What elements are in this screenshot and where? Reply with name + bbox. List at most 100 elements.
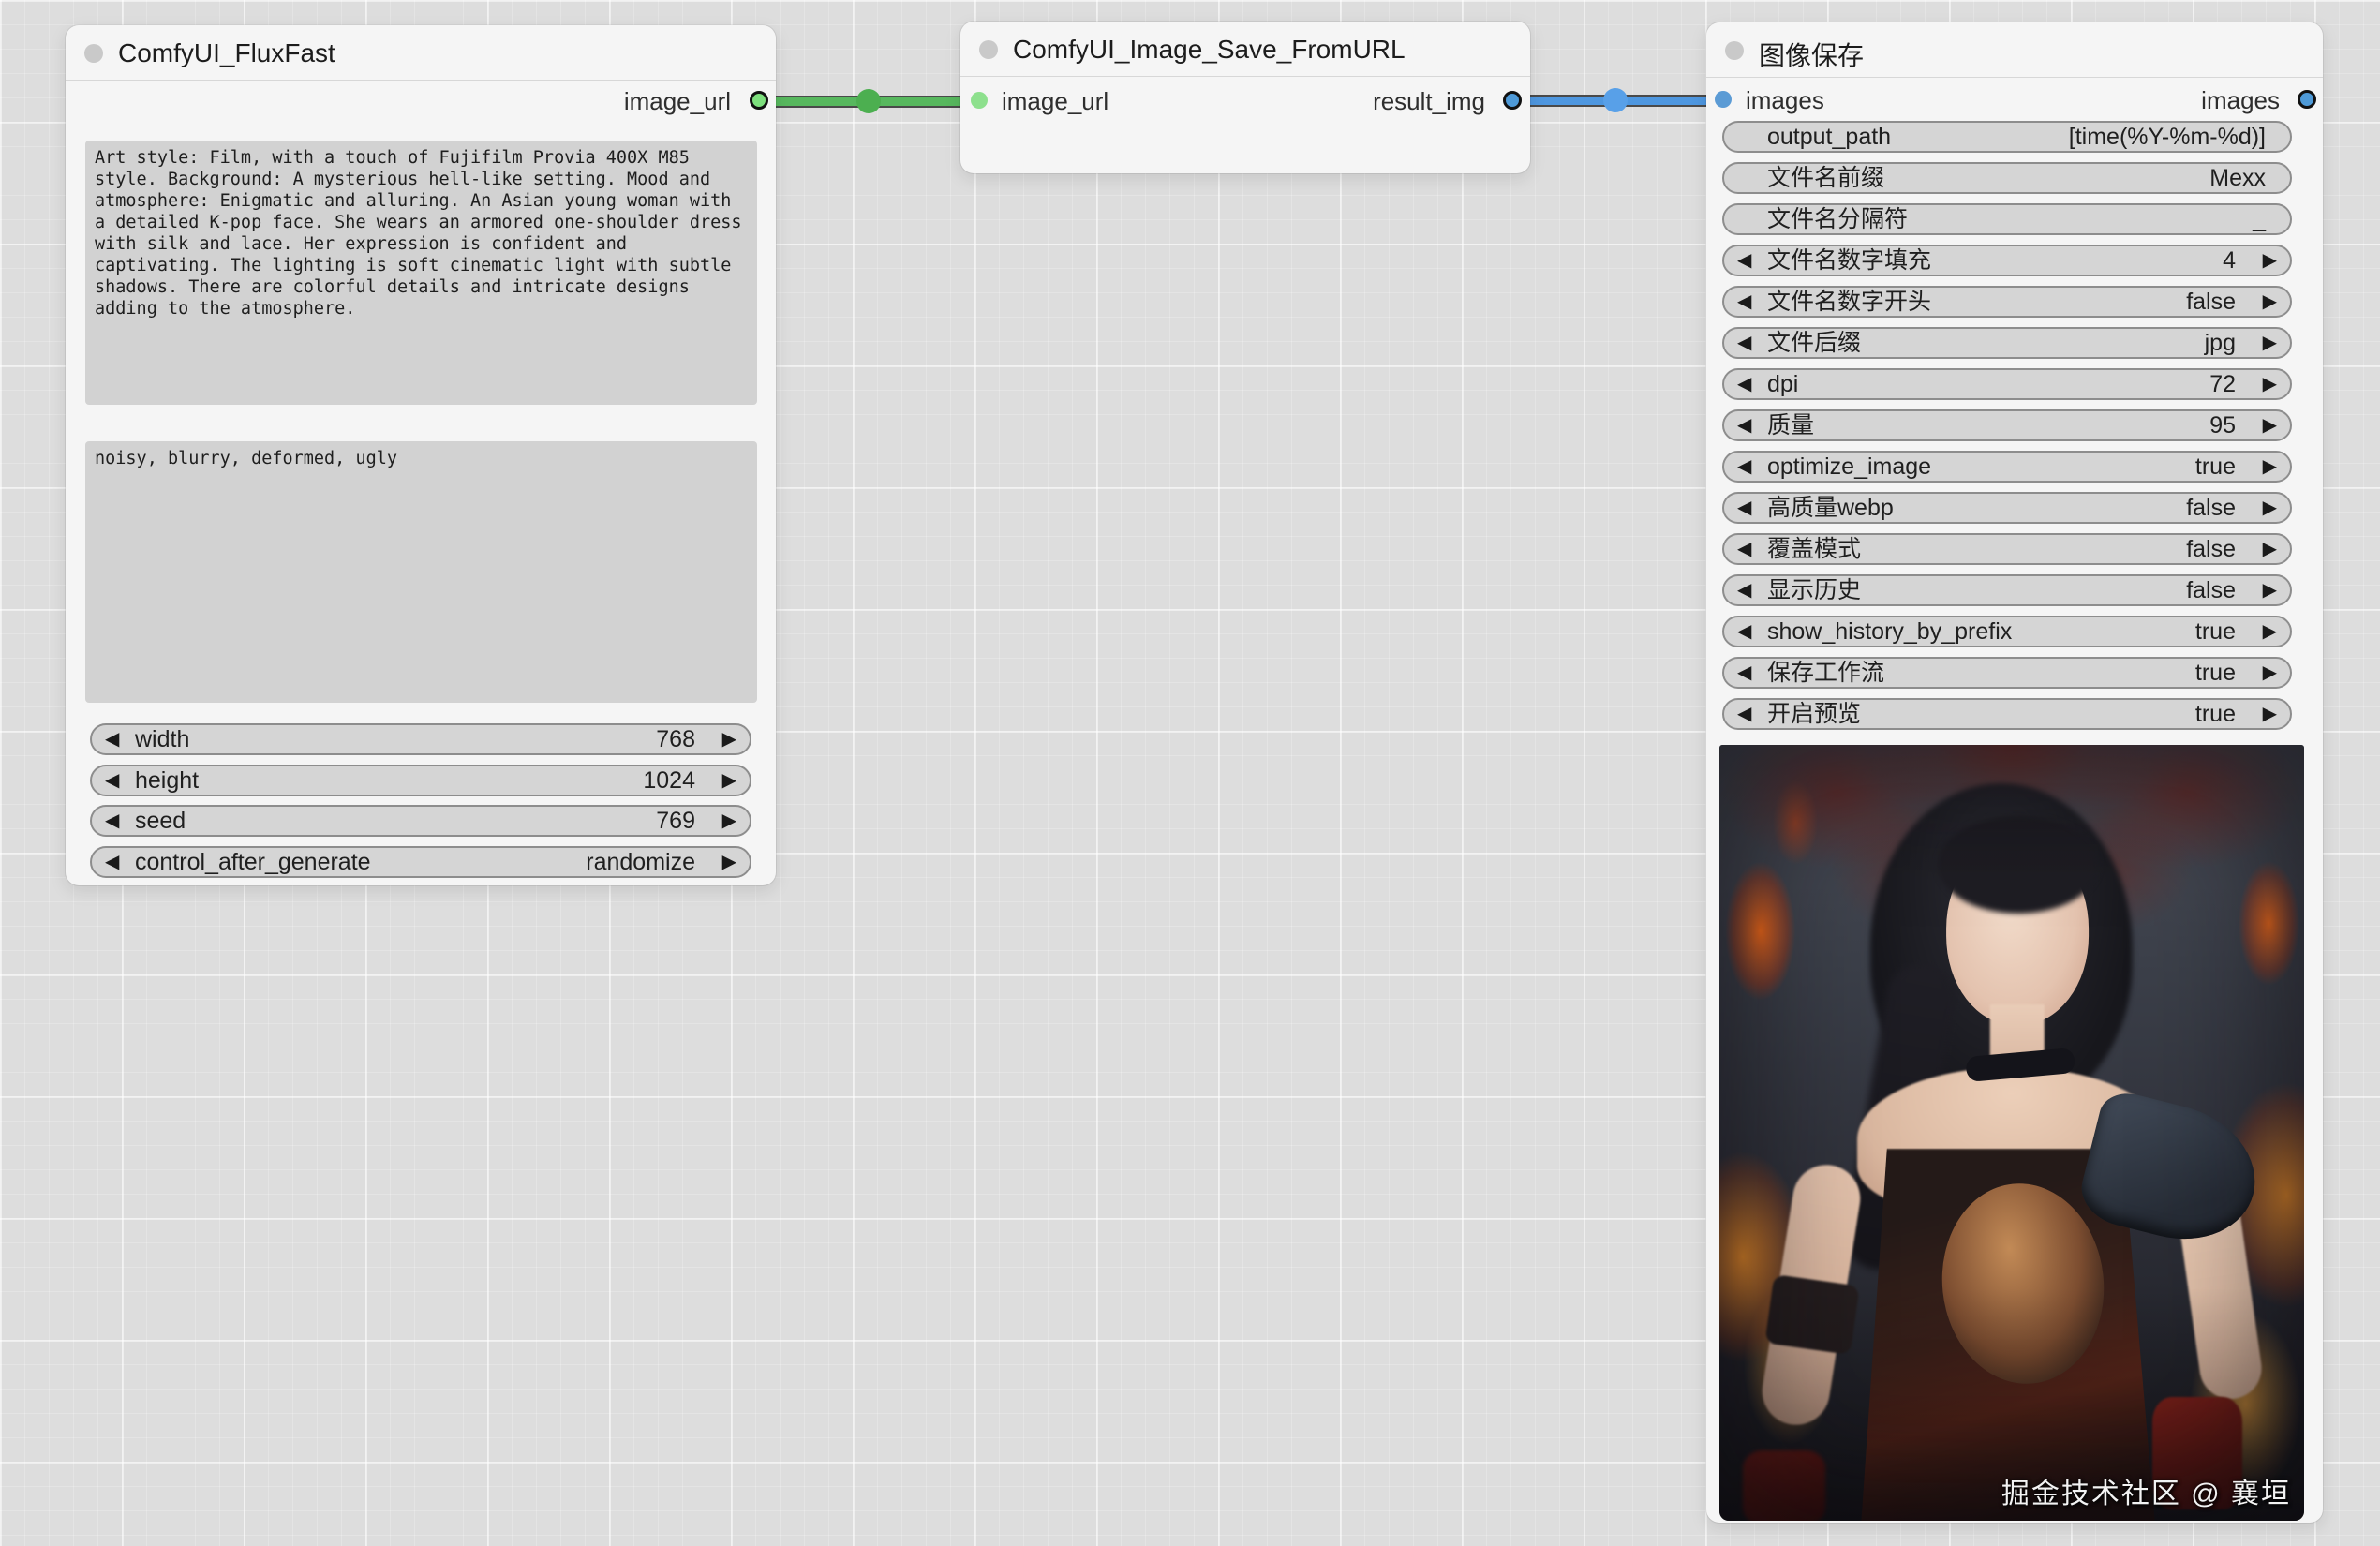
node-image-save[interactable]: 图像保存 images images output_path [time(%Y-… (1706, 22, 2323, 1523)
widget-dpi[interactable]: dpi 72 (1722, 368, 2292, 400)
decrement-arrow-icon[interactable] (1737, 495, 1751, 521)
decrement-arrow-icon[interactable] (1737, 371, 1751, 397)
increment-arrow-icon[interactable] (2263, 453, 2277, 480)
decrement-arrow-icon[interactable] (1737, 453, 1751, 480)
divider (66, 80, 776, 81)
node-comfyui-fluxfast[interactable]: ComfyUI_FluxFast image_url Art style: Fi… (66, 25, 776, 885)
widget-filename-prefix[interactable]: 文件名前缀 Mexx (1722, 162, 2292, 194)
decrement-arrow-icon[interactable] (1737, 536, 1751, 562)
widget-show-history[interactable]: 显示历史 false (1722, 574, 2292, 606)
increment-arrow-icon[interactable] (2263, 536, 2277, 562)
positive-prompt-textarea[interactable]: Art style: Film, with a touch of Fujifil… (85, 141, 757, 405)
widget-label: seed (135, 807, 186, 835)
node-title: 图像保存 (1759, 36, 1864, 73)
output-port-label: result_img (1373, 87, 1485, 116)
decrement-arrow-icon[interactable] (105, 767, 119, 794)
increment-arrow-icon[interactable] (722, 767, 736, 794)
increment-arrow-icon[interactable] (2263, 289, 2277, 315)
decrement-arrow-icon[interactable] (1737, 660, 1751, 686)
input-port-image-url[interactable] (971, 92, 988, 109)
widget-show-history-by-prefix[interactable]: show_history_by_prefix true (1722, 616, 2292, 647)
widget-file-extension[interactable]: 文件后缀 jpg (1722, 327, 2292, 359)
increment-arrow-icon[interactable] (2263, 330, 2277, 356)
widget-save-workflow[interactable]: 保存工作流 true (1722, 657, 2292, 689)
reroute-dot-green[interactable] (856, 89, 881, 113)
node-graph-canvas[interactable]: ComfyUI_FluxFast image_url Art style: Fi… (0, 0, 2380, 1546)
decrement-arrow-icon[interactable] (105, 849, 119, 875)
widget-value: jpg (2205, 329, 2236, 357)
increment-arrow-icon[interactable] (722, 808, 736, 834)
decrement-arrow-icon[interactable] (1737, 330, 1751, 356)
node-header[interactable]: ComfyUI_FluxFast (66, 25, 776, 80)
widget-value: 768 (656, 725, 695, 753)
widget-value: false (2186, 535, 2236, 563)
collapse-dot-icon[interactable] (84, 44, 103, 63)
widget-overwrite-mode[interactable]: 覆盖模式 false (1722, 533, 2292, 565)
negative-prompt-textarea[interactable]: noisy, blurry, deformed, ugly (85, 441, 757, 703)
collapse-dot-icon[interactable] (1725, 41, 1744, 60)
widget-enable-preview[interactable]: 开启预览 true (1722, 698, 2292, 730)
widget-quality[interactable]: 质量 95 (1722, 409, 2292, 441)
decrement-arrow-icon[interactable] (1737, 701, 1751, 727)
node-title: ComfyUI_Image_Save_FromURL (1013, 35, 1406, 65)
decrement-arrow-icon[interactable] (105, 808, 119, 834)
widget-label: 显示历史 (1767, 576, 1861, 604)
widget-label: output_path (1767, 123, 1891, 151)
widget-value: 95 (2209, 411, 2236, 439)
increment-arrow-icon[interactable] (2263, 577, 2277, 603)
widget-optimize-image[interactable]: optimize_image true (1722, 451, 2292, 483)
widget-label: 高质量webp (1767, 494, 1894, 522)
increment-arrow-icon[interactable] (2263, 247, 2277, 274)
decrement-arrow-icon[interactable] (1737, 289, 1751, 315)
preview-image[interactable]: 掘金技术社区 @ 襄垣 (1719, 745, 2304, 1521)
decrement-arrow-icon[interactable] (1737, 618, 1751, 645)
reroute-dot-blue[interactable] (1603, 88, 1628, 112)
increment-arrow-icon[interactable] (722, 726, 736, 752)
input-port-images[interactable] (1715, 91, 1732, 108)
divider (960, 76, 1530, 77)
increment-arrow-icon[interactable] (2263, 701, 2277, 727)
widget-value: true (2195, 617, 2236, 646)
widget-filename-number-padding[interactable]: 文件名数字填充 4 (1722, 245, 2292, 276)
collapse-dot-icon[interactable] (979, 40, 998, 59)
widget-value: _ (2253, 205, 2266, 233)
widget-seed[interactable]: seed 769 (90, 805, 751, 837)
node-header[interactable]: 图像保存 (1706, 22, 2323, 77)
widget-label: control_after_generate (135, 848, 371, 876)
decrement-arrow-icon[interactable] (1737, 247, 1751, 274)
widget-output-path[interactable]: output_path [time(%Y-%m-%d)] (1722, 121, 2292, 153)
increment-arrow-icon[interactable] (2263, 618, 2277, 645)
widget-width[interactable]: width 768 (90, 723, 751, 755)
increment-arrow-icon[interactable] (2263, 660, 2277, 686)
node-header[interactable]: ComfyUI_Image_Save_FromURL (960, 22, 1530, 76)
increment-arrow-icon[interactable] (2263, 371, 2277, 397)
output-port-image-url[interactable] (750, 91, 768, 110)
widget-filename-number-start[interactable]: 文件名数字开头 false (1722, 286, 2292, 318)
increment-arrow-icon[interactable] (2263, 495, 2277, 521)
node-title: ComfyUI_FluxFast (118, 38, 335, 68)
decrement-arrow-icon[interactable] (105, 726, 119, 752)
widget-hq-webp[interactable]: 高质量webp false (1722, 492, 2292, 524)
widget-value: true (2195, 453, 2236, 481)
output-port-result-img[interactable] (1503, 91, 1522, 110)
widget-value: true (2195, 659, 2236, 687)
decrement-arrow-icon[interactable] (1737, 412, 1751, 439)
widget-height[interactable]: height 1024 (90, 765, 751, 796)
widget-label: optimize_image (1767, 453, 1931, 481)
widget-label: 文件名数字填充 (1767, 246, 1931, 275)
output-port-images[interactable] (2298, 90, 2316, 109)
decrement-arrow-icon[interactable] (1737, 577, 1751, 603)
node-comfyui-image-save-fromurl[interactable]: ComfyUI_Image_Save_FromURL image_url res… (960, 22, 1530, 173)
increment-arrow-icon[interactable] (2263, 412, 2277, 439)
input-port-label: images (1746, 86, 1824, 115)
widget-value: [time(%Y-%m-%d)] (2069, 123, 2266, 151)
widget-label: 文件后缀 (1767, 329, 1861, 357)
widget-filename-delimiter[interactable]: 文件名分隔符 _ (1722, 203, 2292, 235)
input-port-label: image_url (1002, 87, 1108, 116)
widget-control-after-generate[interactable]: control_after_generate randomize (90, 846, 751, 878)
widget-value: false (2186, 494, 2236, 522)
watermark-text: 掘金技术社区 @ 襄垣 (2001, 1470, 2291, 1511)
widget-label: 文件名前缀 (1767, 164, 1884, 192)
widget-label: height (135, 766, 199, 795)
increment-arrow-icon[interactable] (722, 849, 736, 875)
